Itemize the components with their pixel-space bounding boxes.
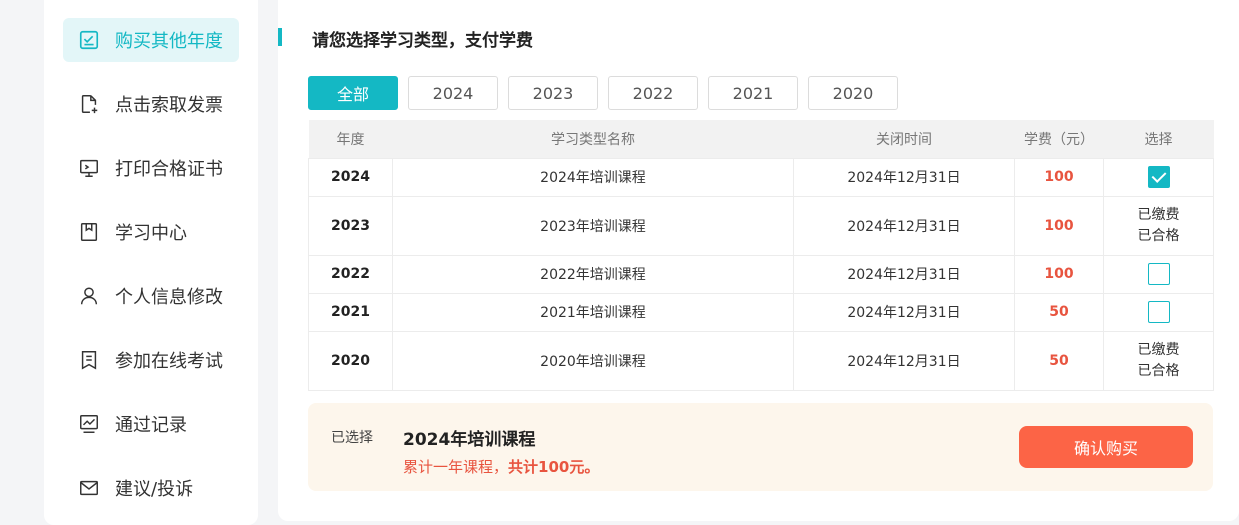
bookmark-icon (77, 220, 101, 244)
cell-fee: 100 (1014, 254, 1104, 294)
selected-course: 2024年培训课程 (403, 430, 536, 450)
sidebar-item-label: 个人信息修改 (115, 287, 223, 308)
sidebar-item-pass-records[interactable]: 通过记录 (63, 402, 239, 446)
cell-course-name: 2020年培训课程 (392, 330, 794, 391)
cell-year: 2024 (308, 157, 393, 197)
selection-summary: 已选择 2024年培训课程 累计一年课程，共计100元。 确认购买 (308, 403, 1213, 491)
cell-close-time: 2024年12月31日 (793, 157, 1015, 197)
sidebar-item-request-invoice[interactable]: 点击索取发票 (63, 82, 239, 126)
year-filter-tabs: 全部 2024 2023 2022 2021 2020 (308, 76, 908, 110)
sidebar-item-label: 通过记录 (115, 415, 187, 436)
tab-2021[interactable]: 2021 (708, 76, 798, 110)
table-row: 2022 2022年培训课程 2024年12月31日 100 (308, 254, 1214, 294)
status-paid: 已缴费 (1137, 206, 1180, 223)
cell-year: 2022 (308, 254, 393, 294)
sidebar-item-online-exam[interactable]: 参加在线考试 (63, 338, 239, 382)
selected-total: 累计一年课程，共计100元。 (403, 456, 599, 477)
cell-close-time: 2024年12月31日 (793, 254, 1015, 294)
sidebar-item-print-certificate[interactable]: 打印合格证书 (63, 146, 239, 190)
sidebar-item-label: 建议/投诉 (115, 479, 194, 500)
total-amount: 共计100元。 (508, 458, 600, 476)
cell-select (1103, 157, 1214, 197)
page-title: 请您选择学习类型，支付学费 (312, 31, 533, 51)
cell-close-time: 2024年12月31日 (793, 330, 1015, 391)
sidebar-item-edit-profile[interactable]: 个人信息修改 (63, 274, 239, 318)
table-row: 2020 2020年培训课程 2024年12月31日 50 已缴费 已合格 (308, 330, 1214, 391)
tab-2023[interactable]: 2023 (508, 76, 598, 110)
status-passed: 已合格 (1137, 362, 1180, 379)
sidebar: 购买其他年度 点击索取发票 打印合格证书 学习中心 个人信息修改 参加在线考试 (44, 0, 258, 525)
tab-all[interactable]: 全部 (308, 76, 398, 110)
cell-year: 2021 (308, 292, 393, 332)
table-row: 2021 2021年培训课程 2024年12月31日 50 (308, 292, 1214, 332)
sidebar-item-label: 点击索取发票 (115, 95, 223, 116)
status-passed: 已合格 (1137, 227, 1180, 244)
checkbox-icon (77, 28, 101, 52)
chart-icon (77, 412, 101, 436)
invoice-icon (77, 92, 101, 116)
cell-fee: 100 (1014, 195, 1104, 256)
select-checkbox-checked[interactable] (1147, 166, 1170, 188)
tab-2022[interactable]: 2022 (608, 76, 698, 110)
select-checkbox[interactable] (1147, 301, 1170, 323)
column-header-select: 选择 (1103, 120, 1214, 158)
course-table: 年度 学习类型名称 关闭时间 学费（元） 选择 2024 2024年培训课程 2… (308, 120, 1214, 391)
column-header-close-time: 关闭时间 (793, 120, 1015, 158)
cell-fee: 50 (1014, 292, 1104, 332)
table-row: 2023 2023年培训课程 2024年12月31日 100 已缴费 已合格 (308, 195, 1214, 256)
cell-course-name: 2023年培训课程 (392, 195, 794, 256)
exam-icon (77, 348, 101, 372)
total-prefix: 累计一年课程， (403, 458, 509, 476)
column-header-year: 年度 (308, 120, 393, 158)
column-header-fee: 学费（元） (1014, 120, 1104, 158)
select-checkbox[interactable] (1147, 263, 1170, 285)
sidebar-item-feedback[interactable]: 建议/投诉 (63, 466, 239, 510)
status-paid: 已缴费 (1137, 341, 1180, 358)
cell-course-name: 2021年培训课程 (392, 292, 794, 332)
cell-fee: 100 (1014, 157, 1104, 197)
cell-select: 已缴费 已合格 (1103, 330, 1214, 391)
cell-select (1103, 254, 1214, 294)
cell-year: 2020 (308, 330, 393, 391)
cell-year: 2023 (308, 195, 393, 256)
selected-label: 已选择 (331, 430, 373, 446)
user-icon (77, 284, 101, 308)
mail-icon (77, 476, 101, 500)
sidebar-item-label: 打印合格证书 (115, 159, 223, 180)
column-header-name: 学习类型名称 (392, 120, 794, 158)
tab-2024[interactable]: 2024 (408, 76, 498, 110)
tab-2020[interactable]: 2020 (808, 76, 898, 110)
cell-course-name: 2024年培训课程 (392, 157, 794, 197)
cell-close-time: 2024年12月31日 (793, 292, 1015, 332)
confirm-purchase-button[interactable]: 确认购买 (1019, 426, 1193, 468)
print-icon (77, 156, 101, 180)
table-row: 2024 2024年培训课程 2024年12月31日 100 (308, 157, 1214, 197)
cell-close-time: 2024年12月31日 (793, 195, 1015, 256)
sidebar-item-buy-other-years[interactable]: 购买其他年度 (63, 18, 239, 62)
cell-course-name: 2022年培训课程 (392, 254, 794, 294)
sidebar-item-label: 学习中心 (115, 223, 187, 244)
sidebar-item-label: 参加在线考试 (115, 351, 223, 372)
sidebar-item-label: 购买其他年度 (115, 31, 223, 52)
main-panel: 请您选择学习类型，支付学费 全部 2024 2023 2022 2021 202… (278, 0, 1239, 521)
title-accent-bar (278, 28, 282, 46)
cell-select (1103, 292, 1214, 332)
sidebar-item-learning-center[interactable]: 学习中心 (63, 210, 239, 254)
cell-fee: 50 (1014, 330, 1104, 391)
cell-select: 已缴费 已合格 (1103, 195, 1214, 256)
